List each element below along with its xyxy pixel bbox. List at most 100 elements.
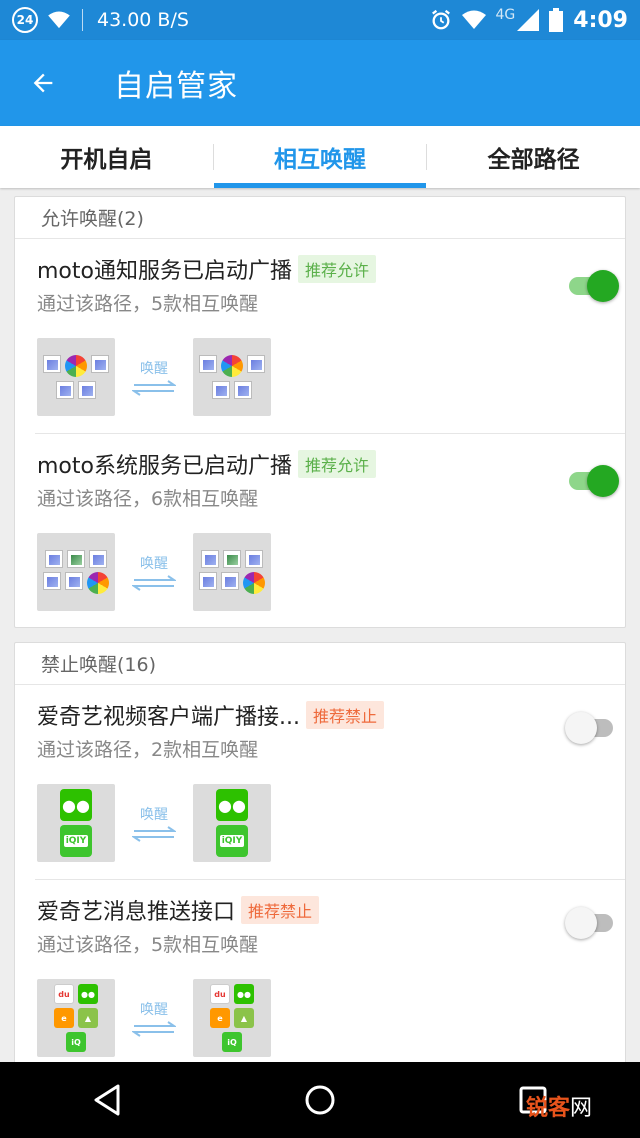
app-icons-left: du ●● e ▲ iQ [37, 979, 115, 1057]
gallery-app-icon [223, 550, 241, 568]
list-item: moto系统服务已启动广播 推荐允许 通过该路径，6款相互唤醒 唤醒 [35, 434, 625, 629]
wake-indicator: 唤醒 [115, 804, 193, 842]
wifi-icon [48, 11, 70, 29]
wechat-icon: ●● [60, 789, 92, 821]
signal-icon [517, 9, 540, 31]
wake-indicator: 唤醒 [115, 553, 193, 591]
item-title: moto通知服务已启动广播 [37, 259, 292, 284]
recommend-badge: 推荐允许 [297, 450, 376, 478]
wake-indicator: 唤醒 [115, 999, 193, 1037]
app-group: du ●● e ▲ iQ 唤醒 du ●● e ▲ iQ [37, 979, 271, 1057]
content-list[interactable]: 允许唤醒(2) moto通知服务已启动广播 推荐允许 通过该路径，5款相互唤醒 … [0, 188, 640, 1062]
color-wheel-icon [243, 572, 265, 594]
status-bar: 24 43.00 B/S 4G 4:09 [0, 0, 640, 40]
wake-toggle[interactable] [565, 709, 619, 745]
image-app-icon [247, 355, 265, 373]
image-app-icon [43, 572, 61, 590]
list-item: 爱奇艺视频客户端广播接... 推荐禁止 通过该路径，2款相互唤醒 ●● iQIY… [35, 685, 625, 880]
tab-bar: 开机自启 相互唤醒 全部路径 [0, 126, 640, 188]
wake-label: 唤醒 [140, 1002, 168, 1018]
battery-icon [549, 8, 564, 32]
app-icons-left [37, 533, 115, 611]
app-icons-right: ●● iQIY [193, 784, 271, 862]
iqiyi-icon: iQ [222, 1032, 242, 1052]
wake-toggle[interactable] [565, 904, 619, 940]
color-wheel-icon [65, 355, 87, 377]
wechat-icon: ●● [216, 789, 248, 821]
android-icon: ▲ [78, 1008, 98, 1028]
image-app-icon [56, 381, 74, 399]
image-app-icon [45, 550, 63, 568]
orange-app-icon: e [54, 1008, 74, 1028]
recommend-badge: 推荐禁止 [305, 701, 384, 729]
wifi-icon [461, 10, 486, 29]
denied-section: 禁止唤醒(16) 爱奇艺视频客户端广播接... 推荐禁止 通过该路径，2款相互唤… [14, 642, 626, 1062]
tab-boot-start[interactable]: 开机自启 [0, 126, 213, 188]
iqiyi-icon: iQIY [216, 825, 248, 857]
arrow-left-icon [33, 73, 53, 93]
app-icons-left [37, 338, 115, 416]
wake-indicator: 唤醒 [115, 358, 193, 396]
image-app-icon [221, 572, 239, 590]
image-app-icon [91, 355, 109, 373]
color-wheel-icon [87, 572, 109, 594]
page-title: 自启管家 [114, 69, 238, 104]
nav-back-button[interactable] [67, 1062, 147, 1138]
wechat-icon: ●● [234, 984, 254, 1004]
image-app-icon [65, 572, 83, 590]
image-app-icon [43, 355, 61, 373]
clock: 4:09 [573, 7, 628, 33]
triangle-back-icon [94, 1084, 120, 1116]
circle-home-icon [305, 1085, 335, 1115]
tab-all-paths[interactable]: 全部路径 [427, 126, 640, 188]
exchange-arrows-icon [132, 1021, 176, 1037]
section-header: 允许唤醒(2) [15, 197, 625, 239]
tab-mutual-wake[interactable]: 相互唤醒 [213, 126, 427, 188]
image-app-icon [234, 381, 252, 399]
section-header: 禁止唤醒(16) [15, 643, 625, 685]
wake-toggle[interactable] [565, 462, 619, 498]
app-group: 唤醒 [37, 533, 271, 611]
orange-app-icon: e [210, 1008, 230, 1028]
allowed-section: 允许唤醒(2) moto通知服务已启动广播 推荐允许 通过该路径，5款相互唤醒 … [14, 196, 626, 628]
recommend-badge: 推荐禁止 [241, 896, 320, 924]
image-app-icon [201, 550, 219, 568]
item-subtitle: 通过该路径，2款相互唤醒 [37, 739, 259, 761]
watermark-logo: 锐客网 [525, 1096, 592, 1121]
back-button[interactable] [0, 40, 86, 126]
image-app-icon [245, 550, 263, 568]
nav-home-button[interactable] [280, 1062, 360, 1138]
wake-label: 唤醒 [140, 361, 168, 377]
wechat-icon: ●● [78, 984, 98, 1004]
wake-toggle[interactable] [565, 267, 619, 303]
recommend-badge: 推荐允许 [297, 255, 376, 283]
app-group: 唤醒 [37, 338, 271, 416]
item-title: 爱奇艺视频客户端广播接... [37, 705, 300, 730]
image-app-icon [78, 381, 96, 399]
color-wheel-icon [221, 355, 243, 377]
wake-label: 唤醒 [140, 807, 168, 823]
wake-label: 唤醒 [140, 556, 168, 572]
item-subtitle: 通过该路径，5款相互唤醒 [37, 293, 259, 315]
image-app-icon [199, 355, 217, 373]
image-app-icon [199, 572, 217, 590]
item-subtitle: 通过该路径，5款相互唤醒 [37, 934, 259, 956]
gallery-app-icon [67, 550, 85, 568]
list-item: moto通知服务已启动广播 推荐允许 通过该路径，5款相互唤醒 唤醒 [35, 239, 625, 434]
item-title: moto系统服务已启动广播 [37, 454, 292, 479]
list-item: 爱奇艺消息推送接口 推荐禁止 通过该路径，5款相互唤醒 du ●● e ▲ iQ… [35, 880, 625, 1062]
exchange-arrows-icon [132, 575, 176, 591]
map-app-icon: du [210, 984, 230, 1004]
app-icons-right [193, 533, 271, 611]
iqiyi-icon: iQ [66, 1032, 86, 1052]
item-subtitle: 通过该路径，6款相互唤醒 [37, 488, 259, 510]
app-icons-left: ●● iQIY [37, 784, 115, 862]
alarm-icon [431, 9, 450, 30]
app-group: ●● iQIY 唤醒 ●● iQIY [37, 784, 271, 862]
app-toolbar: 自启管家 [0, 40, 640, 126]
app-icons-right [193, 338, 271, 416]
android-icon: ▲ [234, 1008, 254, 1028]
map-app-icon: du [54, 984, 74, 1004]
exchange-arrows-icon [132, 826, 176, 842]
network-type: 4G [495, 7, 516, 23]
